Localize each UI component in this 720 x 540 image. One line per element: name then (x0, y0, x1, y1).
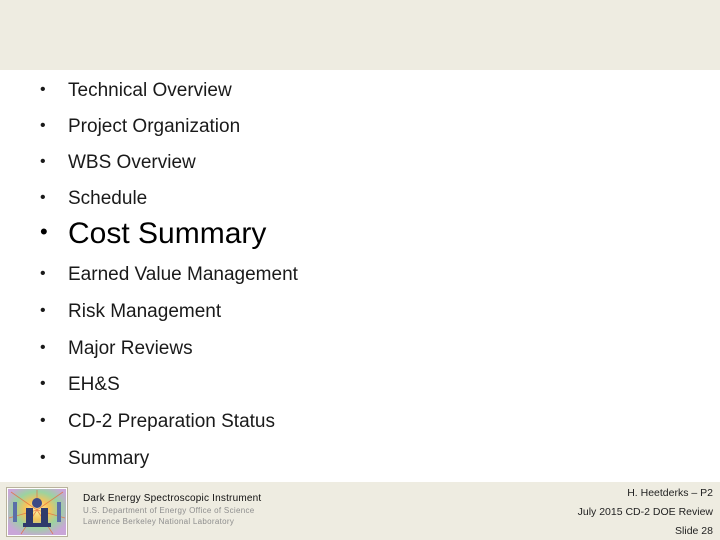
agenda-item: • Project Organization (40, 116, 240, 138)
agenda-item: • Summary (40, 448, 149, 470)
bullet-icon: • (40, 302, 46, 319)
agenda-item-label: Cost Summary (68, 217, 267, 250)
agenda-item: • Schedule (40, 188, 147, 210)
agenda-item-label: Technical Overview (68, 80, 232, 101)
agenda-item: • Major Reviews (40, 338, 193, 360)
agenda-item-current: • Cost Summary (40, 217, 266, 251)
agenda-item-label: CD-2 Preparation Status (68, 411, 275, 432)
agenda-item-label: WBS Overview (68, 152, 196, 173)
organization-name: Dark Energy Spectroscopic Instrument (83, 493, 262, 504)
title-band (0, 0, 720, 70)
slide-number: Slide 28 (675, 525, 713, 537)
desi-instrument-logo-icon (6, 487, 68, 537)
organization-line: U.S. Department of Energy Office of Scie… (83, 506, 255, 515)
bullet-icon: • (40, 449, 46, 466)
agenda-item-label: Earned Value Management (68, 264, 298, 285)
agenda-item-label: EH&S (68, 374, 120, 395)
agenda-item: • CD-2 Preparation Status (40, 411, 275, 433)
bullet-icon: • (40, 153, 46, 170)
bullet-icon: • (40, 375, 46, 392)
agenda-item: • EH&S (40, 374, 120, 396)
agenda-item-label: Major Reviews (68, 338, 193, 359)
bullet-icon: • (40, 412, 46, 429)
agenda-item: • Technical Overview (40, 80, 232, 102)
agenda-item-label: Project Organization (68, 116, 241, 137)
bullet-icon: • (40, 265, 46, 282)
agenda-item: • Risk Management (40, 301, 221, 323)
presenter-label: H. Heetderks – P2 (627, 487, 713, 499)
agenda-item-label: Risk Management (68, 301, 222, 322)
organization-line: Lawrence Berkeley National Laboratory (83, 517, 235, 526)
bullet-icon: • (40, 189, 46, 206)
bullet-icon: • (40, 339, 46, 356)
agenda-item: • WBS Overview (40, 152, 196, 174)
bullet-icon: • (40, 81, 46, 98)
event-label: July 2015 CD-2 DOE Review (577, 506, 713, 518)
slide-footer: Dark Energy Spectroscopic Instrument U.S… (0, 482, 720, 540)
agenda-item-label: Summary (68, 448, 150, 469)
agenda-item: • Earned Value Management (40, 264, 298, 286)
bullet-icon: • (40, 117, 46, 134)
bullet-icon: • (40, 219, 48, 244)
agenda-item-label: Schedule (68, 188, 148, 209)
